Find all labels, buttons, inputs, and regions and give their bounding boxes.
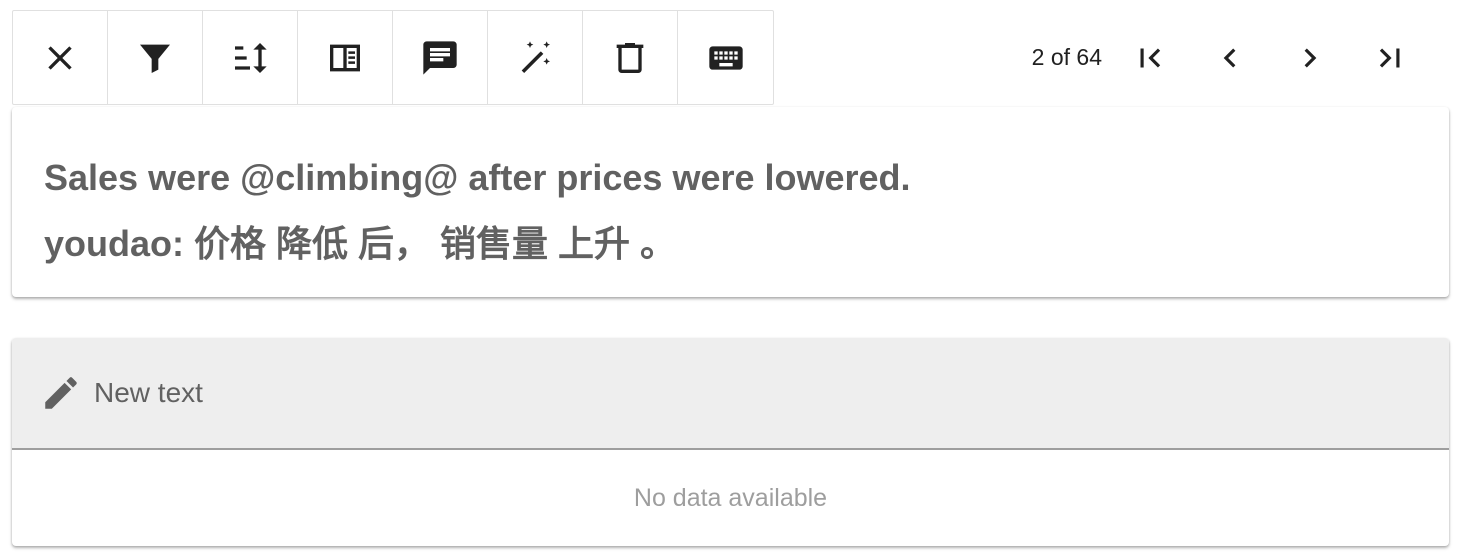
chevron-left-icon (1223, 48, 1236, 67)
close-button[interactable] (13, 11, 108, 104)
comment-icon (423, 40, 457, 75)
pagination: 2 of 64 (1032, 10, 1430, 105)
previous-page-button[interactable] (1190, 28, 1270, 88)
first-page-icon (1140, 48, 1161, 67)
new-text-panel: New text No data available (12, 338, 1449, 546)
split-view-icon (330, 44, 360, 71)
source-text-card: Sales were @climbing@ after prices were … (12, 107, 1449, 297)
source-sentence: Sales were @climbing@ after prices were … (44, 157, 911, 198)
page-count: 2 of 64 (1031, 44, 1102, 70)
next-page-button[interactable] (1270, 28, 1350, 88)
delete-button[interactable] (583, 11, 678, 104)
split-view-button[interactable] (298, 11, 393, 104)
last-page-button[interactable] (1350, 28, 1430, 88)
empty-state-text: No data available (633, 483, 828, 512)
magic-button[interactable] (488, 11, 583, 104)
keyboard-icon (708, 45, 743, 70)
pencil-icon (45, 377, 77, 409)
magic-wand-icon (521, 40, 550, 73)
trash-icon (616, 42, 644, 73)
filter-icon (140, 44, 170, 73)
toolbar (12, 10, 774, 105)
close-icon (48, 45, 72, 70)
keyboard-button[interactable] (678, 11, 773, 104)
last-page-icon (1379, 48, 1400, 67)
new-text-label: New text (94, 377, 203, 408)
first-page-button[interactable] (1110, 28, 1190, 88)
comment-button[interactable] (393, 11, 488, 104)
sort-button[interactable] (203, 11, 298, 104)
sort-icon (235, 42, 267, 73)
new-text-header[interactable]: New text (12, 338, 1449, 450)
chevron-right-icon (1304, 48, 1317, 67)
new-text-body: No data available (12, 450, 1449, 546)
filter-button[interactable] (108, 11, 203, 104)
translation-hint: youdao: 价格 降低 后， 销售量 上升 。 (44, 223, 677, 264)
